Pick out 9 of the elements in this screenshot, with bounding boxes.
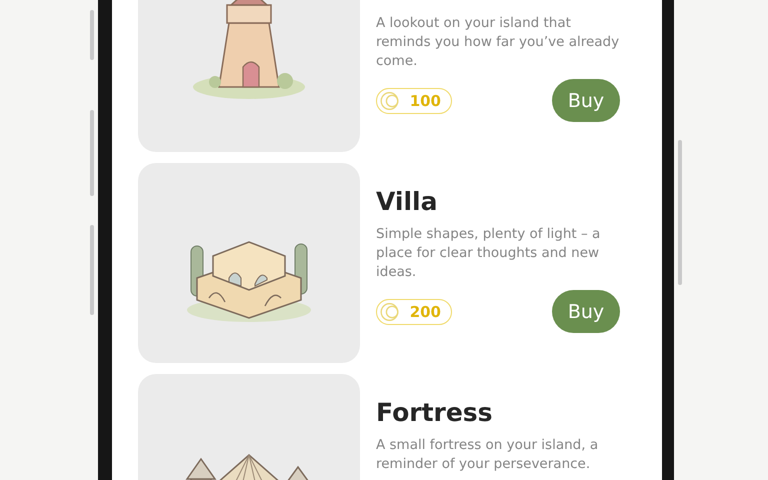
item-title: Fortress (376, 398, 494, 426)
item-description: Simple shapes, plenty of light – a place for clear thoughts and new ideas. (376, 225, 602, 282)
item-description: A lookout on your island that reminds you how far you’ve already come. (376, 14, 620, 71)
buy-button[interactable]: Buy (552, 79, 620, 122)
item-title: Villa (376, 187, 438, 215)
buy-button[interactable]: Buy (552, 290, 620, 333)
price-amount: 100 (410, 92, 441, 110)
item-description: A small fortress on your island, a reminder of your perseverance. (376, 436, 600, 474)
price-amount: 200 (410, 302, 441, 320)
